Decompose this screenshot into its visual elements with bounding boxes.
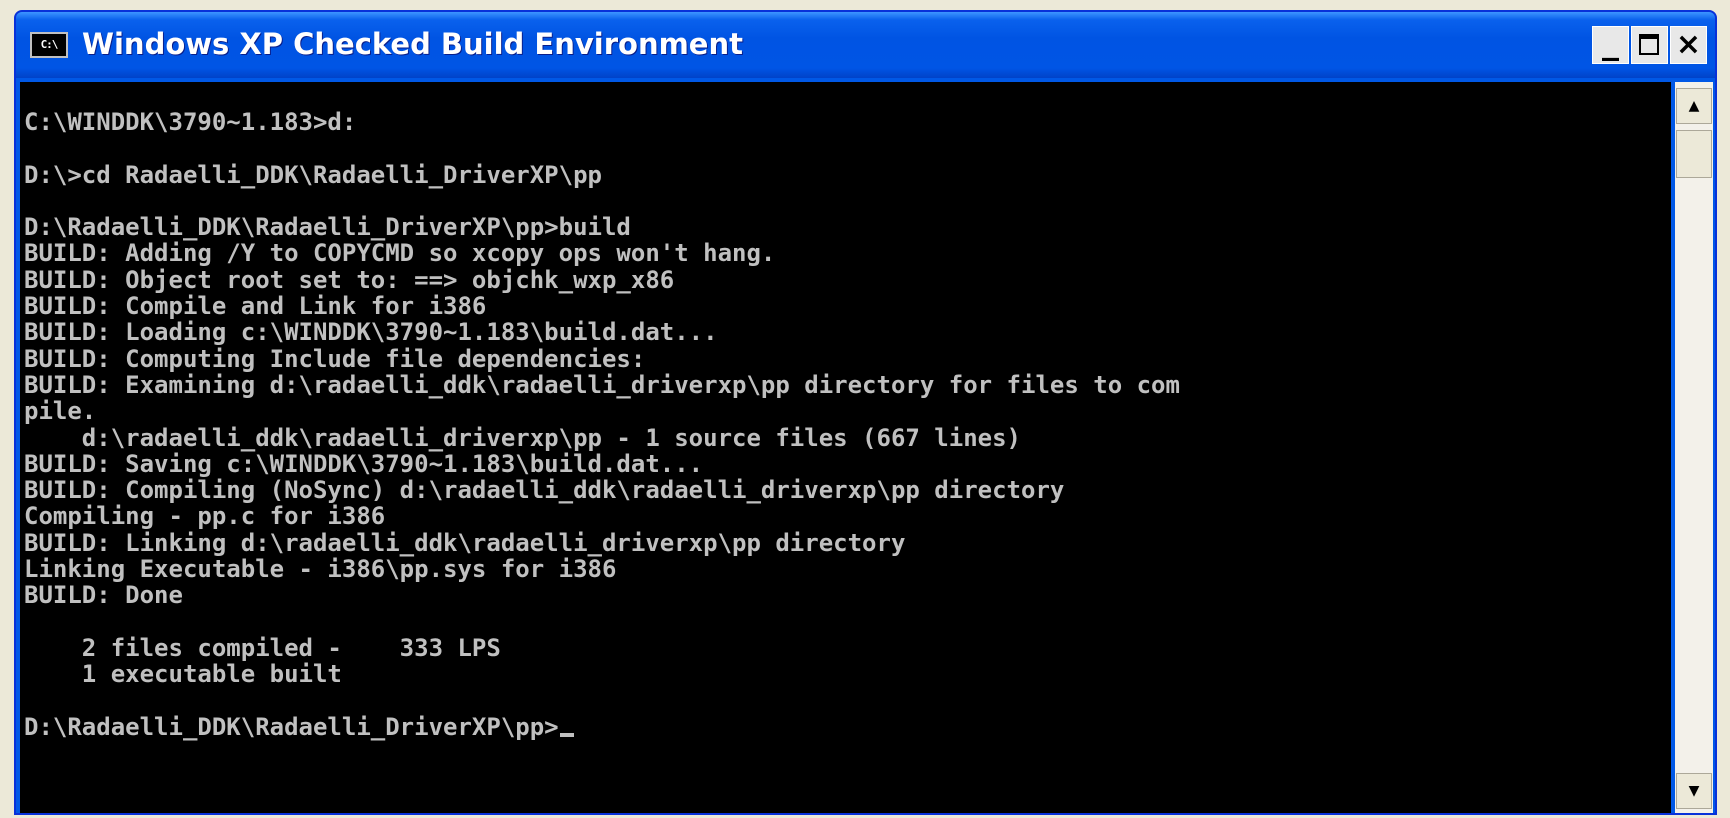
- console-line: BUILD: Loading c:\WINDDK\3790~1.183\buil…: [24, 318, 718, 347]
- vertical-scrollbar[interactable]: ▲ ▼: [1675, 82, 1713, 813]
- console-line: BUILD: Computing Include file dependenci…: [24, 344, 646, 373]
- minimize-button[interactable]: _: [1592, 25, 1629, 64]
- console-line: pile.: [24, 397, 97, 426]
- console-line: D:\>cd Radaelli_DDK\Radaelli_DriverXP\pp: [24, 160, 602, 189]
- console-line: C:\WINDDK\3790~1.183>d:: [24, 108, 357, 136]
- console-line: BUILD: Done: [24, 581, 183, 610]
- console-icon[interactable]: C:\: [30, 32, 68, 58]
- console-output[interactable]: C:\WINDDK\3790~1.183>d: D:\>cd Radaelli_D…: [20, 82, 1671, 813]
- console-window: C:\ Windows XP Checked Build Environment…: [14, 10, 1717, 815]
- console-line: BUILD: Examining d:\radaelli_ddk\radaell…: [24, 370, 1180, 399]
- scroll-down-button[interactable]: ▼: [1676, 773, 1712, 809]
- text-cursor: [559, 732, 574, 737]
- console-line: BUILD: Adding /Y to COPYCMD so xcopy ops…: [24, 239, 776, 268]
- console-line: 2 files compiled - 333 LPS: [24, 633, 501, 662]
- scroll-up-icon: ▲: [1688, 98, 1700, 114]
- console-line: BUILD: Compile and Link for i386: [24, 292, 487, 321]
- close-icon: ×: [1675, 27, 1702, 62]
- window-title: Windows XP Checked Build Environment: [82, 27, 743, 61]
- scroll-down-icon: ▼: [1688, 783, 1700, 799]
- console-line: Compiling - pp.c for i386: [24, 502, 386, 531]
- console-line: BUILD: Saving c:\WINDDK\3790~1.183\build…: [24, 449, 704, 478]
- close-button[interactable]: ×: [1670, 26, 1707, 64]
- minimize-icon: _: [1602, 22, 1619, 62]
- console-line: D:\Radaelli_DDK\Radaelli_DriverXP\pp>bui…: [24, 213, 631, 242]
- console-line: BUILD: Compiling (NoSync) d:\radaelli_dd…: [24, 476, 1065, 505]
- title-bar[interactable]: C:\ Windows XP Checked Build Environment…: [16, 12, 1715, 78]
- console-line: 1 executable built: [24, 660, 342, 689]
- console-line: d:\radaelli_ddk\radaelli_driverxp\pp - 1…: [24, 423, 1021, 452]
- console-line: BUILD: Linking d:\radaelli_ddk\radaelli_…: [24, 528, 906, 557]
- console-line: Linking Executable - i386\pp.sys for i38…: [24, 555, 617, 584]
- scroll-thumb[interactable]: [1676, 130, 1712, 178]
- console-line: BUILD: Object root set to: ==> objchk_wx…: [24, 265, 675, 294]
- maximize-button[interactable]: [1631, 26, 1668, 64]
- maximize-icon: [1639, 34, 1659, 55]
- console-lines: C:\WINDDK\3790~1.183>d: D:\>cd Radaelli_D…: [24, 109, 1180, 740]
- console-prompt-line: D:\Radaelli_DDK\Radaelli_DriverXP\pp>: [24, 714, 1180, 740]
- scroll-up-button[interactable]: ▲: [1676, 88, 1712, 124]
